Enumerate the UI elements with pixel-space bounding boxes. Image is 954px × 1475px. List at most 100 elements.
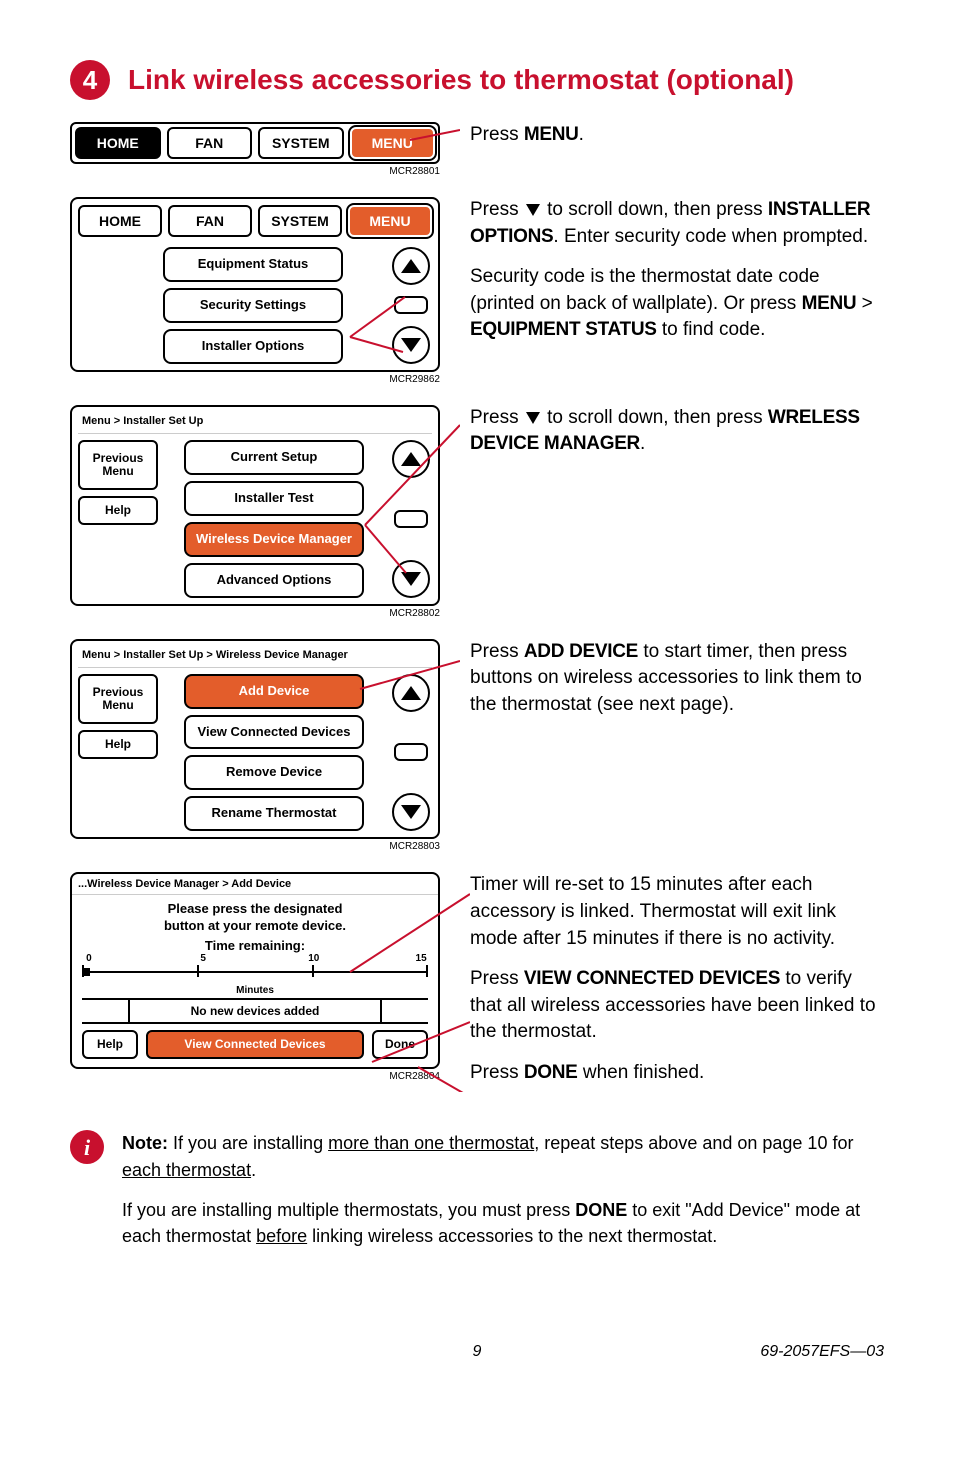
t: EQUIPMENT STATUS bbox=[470, 319, 657, 340]
t: Security code is the thermostat date cod… bbox=[470, 266, 820, 314]
fig1-tabs: HOME FAN SYSTEM MENU bbox=[70, 122, 440, 164]
t: before bbox=[256, 1226, 307, 1246]
t: DONE bbox=[575, 1200, 627, 1220]
menu-equipment-status[interactable]: Equipment Status bbox=[163, 247, 343, 282]
menu-rename-thermostat[interactable]: Rename Thermostat bbox=[184, 796, 364, 831]
minutes-label: Minutes bbox=[72, 985, 438, 996]
fig1-instruction: Press MENU. bbox=[470, 122, 884, 163]
select-button[interactable] bbox=[394, 510, 428, 528]
menu-current-setup[interactable]: Current Setup bbox=[184, 440, 364, 475]
t: . Enter security code when prompted. bbox=[553, 226, 868, 247]
t: MENU bbox=[524, 124, 579, 145]
page-number: 9 bbox=[220, 1343, 734, 1361]
view-connected-devices-button[interactable]: View Connected Devices bbox=[146, 1030, 364, 1059]
t: Press bbox=[470, 641, 524, 662]
tab-home[interactable]: HOME bbox=[78, 205, 162, 237]
fig3-ref: MCR28802 bbox=[70, 608, 440, 619]
menu-wireless-device-manager[interactable]: Wireless Device Manager bbox=[184, 522, 364, 557]
fig3-instruction: Press to scroll down, then press WRELESS… bbox=[470, 405, 884, 472]
t: Press bbox=[470, 407, 524, 428]
t: VIEW CONNECTED DEVICES bbox=[524, 968, 780, 989]
fig5-panel: ...Wireless Device Manager > Add Device … bbox=[70, 872, 440, 1069]
t: Please press the designated bbox=[168, 901, 343, 916]
arrow-up-icon bbox=[401, 259, 421, 273]
tab-fan[interactable]: FAN bbox=[167, 127, 253, 159]
add-device-message: Please press the designated button at yo… bbox=[72, 895, 438, 936]
menu-remove-device[interactable]: Remove Device bbox=[184, 755, 364, 790]
fig3-panel: Menu > Installer Set Up Previous Menu He… bbox=[70, 405, 440, 606]
t: when finished. bbox=[578, 1062, 705, 1083]
scroll-up-button[interactable] bbox=[392, 440, 430, 478]
menu-security-settings[interactable]: Security Settings bbox=[163, 288, 343, 323]
help-button[interactable]: Help bbox=[82, 1030, 138, 1059]
t: . bbox=[640, 433, 645, 454]
tab-menu[interactable]: MENU bbox=[348, 205, 432, 237]
t: If you are installing bbox=[168, 1133, 328, 1153]
select-button[interactable] bbox=[394, 743, 428, 761]
previous-menu-button[interactable]: Previous Menu bbox=[78, 440, 158, 490]
down-arrow-icon bbox=[526, 412, 540, 424]
page-footer: 9 69-2057EFS—03 bbox=[70, 1343, 884, 1361]
done-button[interactable]: Done bbox=[372, 1030, 428, 1059]
t: . bbox=[579, 124, 584, 145]
down-arrow-icon bbox=[526, 204, 540, 216]
note-label: Note: bbox=[122, 1133, 168, 1153]
scroll-down-button[interactable] bbox=[392, 326, 430, 364]
tab-fan[interactable]: FAN bbox=[168, 205, 252, 237]
menu-advanced-options[interactable]: Advanced Options bbox=[184, 563, 364, 598]
scroll-up-button[interactable] bbox=[392, 247, 430, 285]
tick-10: 10 bbox=[308, 953, 319, 964]
menu-installer-test[interactable]: Installer Test bbox=[184, 481, 364, 516]
menu-view-connected-devices[interactable]: View Connected Devices bbox=[184, 715, 364, 750]
previous-menu-button[interactable]: Previous Menu bbox=[78, 674, 158, 724]
tab-home[interactable]: HOME bbox=[75, 127, 161, 159]
fig1-ref: MCR28801 bbox=[70, 166, 440, 177]
menu-add-device[interactable]: Add Device bbox=[184, 674, 364, 709]
arrow-down-icon bbox=[401, 572, 421, 586]
timer-ruler: 0 5 10 15 bbox=[82, 957, 428, 985]
fig4-panel: Menu > Installer Set Up > Wireless Devic… bbox=[70, 639, 440, 840]
t: Press bbox=[470, 199, 524, 220]
fig5-instruction: Timer will re-set to 15 minutes after ea… bbox=[470, 872, 884, 1100]
tab-system[interactable]: SYSTEM bbox=[258, 205, 342, 237]
fig4-breadcrumb: Menu > Installer Set Up > Wireless Devic… bbox=[78, 647, 432, 668]
menu-installer-options[interactable]: Installer Options bbox=[163, 329, 343, 364]
info-icon: i bbox=[70, 1130, 104, 1164]
t: DONE bbox=[524, 1062, 578, 1083]
tick-15: 15 bbox=[416, 953, 427, 964]
t: Timer will re-set to 15 minutes after ea… bbox=[470, 872, 884, 952]
select-button[interactable] bbox=[394, 296, 428, 314]
tab-system[interactable]: SYSTEM bbox=[258, 127, 344, 159]
arrow-up-icon bbox=[401, 686, 421, 700]
t: more than one thermostat bbox=[328, 1133, 534, 1153]
t: . bbox=[251, 1160, 256, 1180]
arrow-down-icon bbox=[401, 805, 421, 819]
t: to scroll down, then press bbox=[542, 407, 768, 428]
fig4-instruction: Press ADD DEVICE to start timer, then pr… bbox=[470, 639, 884, 733]
t: MENU bbox=[802, 293, 857, 314]
t: each thermostat bbox=[122, 1160, 251, 1180]
t: to scroll down, then press bbox=[542, 199, 768, 220]
t: Press bbox=[470, 124, 524, 145]
t: to find code. bbox=[657, 319, 766, 340]
tick-5: 5 bbox=[200, 953, 206, 964]
fig5-ref: MCR28804 bbox=[70, 1071, 440, 1082]
fig4-ref: MCR28803 bbox=[70, 841, 440, 852]
help-button[interactable]: Help bbox=[78, 496, 158, 525]
scroll-down-button[interactable] bbox=[392, 560, 430, 598]
tick-0: 0 bbox=[86, 953, 92, 964]
time-remaining-label: Time remaining: bbox=[72, 938, 438, 953]
scroll-down-button[interactable] bbox=[392, 793, 430, 831]
fig5-breadcrumb: ...Wireless Device Manager > Add Device bbox=[72, 874, 438, 895]
t: Press bbox=[470, 968, 524, 989]
fig3-breadcrumb: Menu > Installer Set Up bbox=[78, 413, 432, 434]
t: > bbox=[856, 293, 872, 314]
fig2-instruction: Press to scroll down, then press INSTALL… bbox=[470, 197, 884, 358]
t: button at your remote device. bbox=[164, 918, 346, 933]
step-header: 4 Link wireless accessories to thermosta… bbox=[70, 60, 884, 100]
scroll-up-button[interactable] bbox=[392, 674, 430, 712]
fig2-panel: HOME FAN SYSTEM MENU Equipment Status Se… bbox=[70, 197, 440, 372]
tab-menu[interactable]: MENU bbox=[350, 127, 436, 159]
help-button[interactable]: Help bbox=[78, 730, 158, 759]
t: If you are installing multiple thermosta… bbox=[122, 1200, 575, 1220]
